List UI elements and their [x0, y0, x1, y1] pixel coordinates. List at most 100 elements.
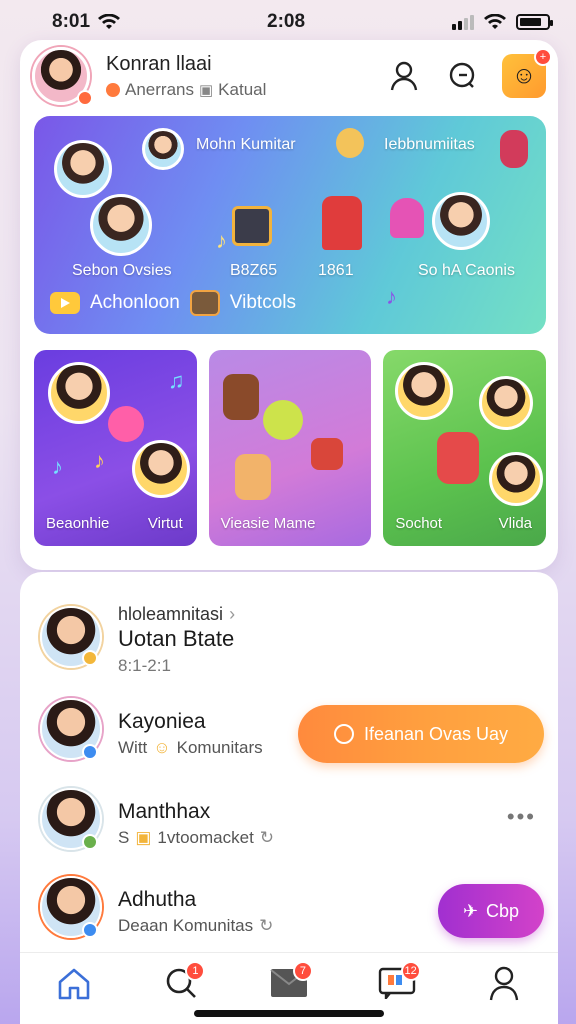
status-dot — [82, 834, 98, 850]
community-banner[interactable]: ♪ ♪ Mohn Kumitar Iebbnumiitas Sebon Ovsi… — [34, 116, 546, 334]
music-note-icon: ♪ — [94, 448, 105, 473]
join-event-button[interactable]: Ifeanan Ovas Uay — [298, 705, 544, 763]
banner-label: Mohn Kumitar — [196, 136, 296, 153]
status-dot — [82, 650, 98, 666]
list-meta-prefix: S — [118, 828, 130, 847]
banner-avatar — [54, 140, 112, 198]
music-note-icon: ♪ — [52, 454, 63, 479]
banner-label: So hA Caonis — [418, 262, 515, 279]
camera-icon: ▣ — [198, 81, 214, 99]
heart-icon — [108, 406, 144, 442]
activity-list: hloleamnitasi › Uotan Btate 8:1-2:1 Kayon… — [20, 572, 558, 952]
banner-label: 1861 — [318, 262, 354, 279]
status-dot — [82, 922, 98, 938]
list-meta: Deaan Komunitas ↻ — [118, 916, 273, 936]
tile-avatar — [479, 376, 534, 430]
profile-button[interactable] — [386, 58, 422, 94]
speaker-icon — [310, 438, 343, 470]
dancer-icon — [437, 432, 480, 484]
feed-card: Konran llaai Anerrans ▣ Katual ☺ + ♪ ♪ M… — [20, 40, 558, 570]
signal-icon — [452, 14, 474, 30]
list-meta-text: 1vtoomacket — [157, 828, 254, 847]
list-meta-prefix: Witt — [118, 738, 148, 757]
battery-icon — [516, 14, 553, 30]
character-icon — [222, 374, 259, 420]
camera-icon — [189, 290, 220, 316]
banner-label: Iebbnumiitas — [384, 136, 475, 153]
list-title: Manthhax — [118, 800, 211, 823]
tile-label: Sochot — [395, 515, 443, 532]
man-icon — [336, 128, 364, 158]
refresh-icon: ↻ — [259, 916, 274, 935]
online-dot — [77, 90, 93, 106]
notification-badge: 12 — [400, 961, 421, 981]
chat-button[interactable]: ✈ Cbp — [438, 884, 544, 938]
mascot-icon: ☺ — [511, 62, 537, 89]
avatar[interactable] — [32, 47, 93, 106]
character-icon — [322, 196, 362, 250]
play-icon — [50, 292, 80, 314]
refresh-icon: ↻ — [259, 828, 275, 847]
notification-badge: + — [534, 48, 552, 66]
tile-label: Beaonhie — [46, 515, 110, 532]
clock-icon — [333, 724, 354, 744]
ghost-icon — [390, 198, 424, 238]
tab-inbox[interactable]: 7 — [265, 961, 313, 1003]
orange-dot-icon — [106, 82, 120, 97]
chat-button-label: Cbp — [486, 900, 520, 921]
list-meta-text: Deaan Komunitas — [118, 916, 254, 935]
banner-cta-label-2: Vibtcols — [229, 292, 296, 313]
banner-cta-label: Achonloon — [90, 292, 180, 313]
tab-activity[interactable]: 12 — [373, 961, 421, 1003]
tile-label-2: Virtut — [147, 515, 183, 532]
home-icon — [58, 968, 90, 1000]
send-icon: ✈ — [462, 900, 479, 921]
tile-avatar — [395, 362, 454, 420]
status-time-left: 8:01 — [52, 11, 91, 32]
list-title: Adhutha — [118, 888, 197, 911]
smile-icon — [262, 400, 303, 440]
category-tiles: ♫ ♪ ♪ Beaonhie Virtut Vieasie Mame Socho… — [34, 350, 547, 546]
chat-search-button[interactable] — [444, 58, 480, 94]
home-indicator — [194, 1010, 384, 1017]
music-note-icon: ♪ — [216, 228, 227, 253]
tab-profile[interactable] — [480, 963, 528, 1003]
profile-header: Konran llaai Anerrans ▣ Katual ☺ + — [32, 46, 552, 106]
tile-avatar — [132, 440, 190, 498]
emoji-icon: ☺ — [153, 738, 171, 757]
character-icon — [234, 454, 271, 500]
chevron-right-icon: › — [229, 604, 236, 624]
wifi-icon — [98, 14, 121, 29]
list-overline: hloleamnitasi › — [118, 604, 235, 625]
chat-search-icon — [449, 62, 475, 88]
list-meta: 8:1-2:1 — [118, 656, 171, 675]
tile-social[interactable]: Sochot Vlida — [383, 350, 547, 546]
radio-icon — [232, 206, 272, 246]
banner-label: Sebon Ovsies — [72, 262, 172, 279]
tile-video[interactable]: Vieasie Mame — [208, 350, 372, 546]
more-options-icon[interactable]: ••• — [507, 804, 536, 830]
mascot-button[interactable]: ☺ + — [502, 48, 552, 98]
banner-cta[interactable]: Achonloon Vibtcols — [50, 290, 296, 316]
join-event-label: Ifeanan Ovas Uay — [363, 723, 509, 744]
list-meta-text: Komunitars — [176, 738, 263, 757]
list-item[interactable]: hloleamnitasi › Uotan Btate 8:1-2:1 — [20, 600, 558, 688]
status-dot — [82, 744, 98, 760]
list-item[interactable]: Manthhax S ▣ 1vtoomacket ↻ — [20, 782, 558, 870]
music-note-icon: ♪ — [386, 284, 397, 309]
status-time-center: 2:08 — [267, 11, 306, 32]
tile-avatar — [489, 452, 544, 506]
tile-music[interactable]: ♫ ♪ ♪ Beaonhie Virtut — [34, 350, 197, 546]
lock-icon: ▣ — [135, 828, 152, 847]
banner-avatar — [142, 128, 184, 170]
user-subtitle-2: Katual — [218, 79, 267, 99]
list-meta: S ▣ 1vtoomacket ↻ — [118, 828, 274, 848]
tile-avatar — [48, 362, 110, 424]
music-note-icon: ♫ — [168, 368, 185, 393]
notification-badge: 1 — [185, 961, 206, 981]
user-subtitle: Anerrans — [125, 79, 194, 99]
tab-search[interactable]: 1 — [157, 961, 206, 1003]
banner-label: B8Z65 — [230, 262, 278, 279]
tab-home[interactable] — [50, 963, 98, 1003]
list-title: Kayoniea — [118, 710, 206, 733]
